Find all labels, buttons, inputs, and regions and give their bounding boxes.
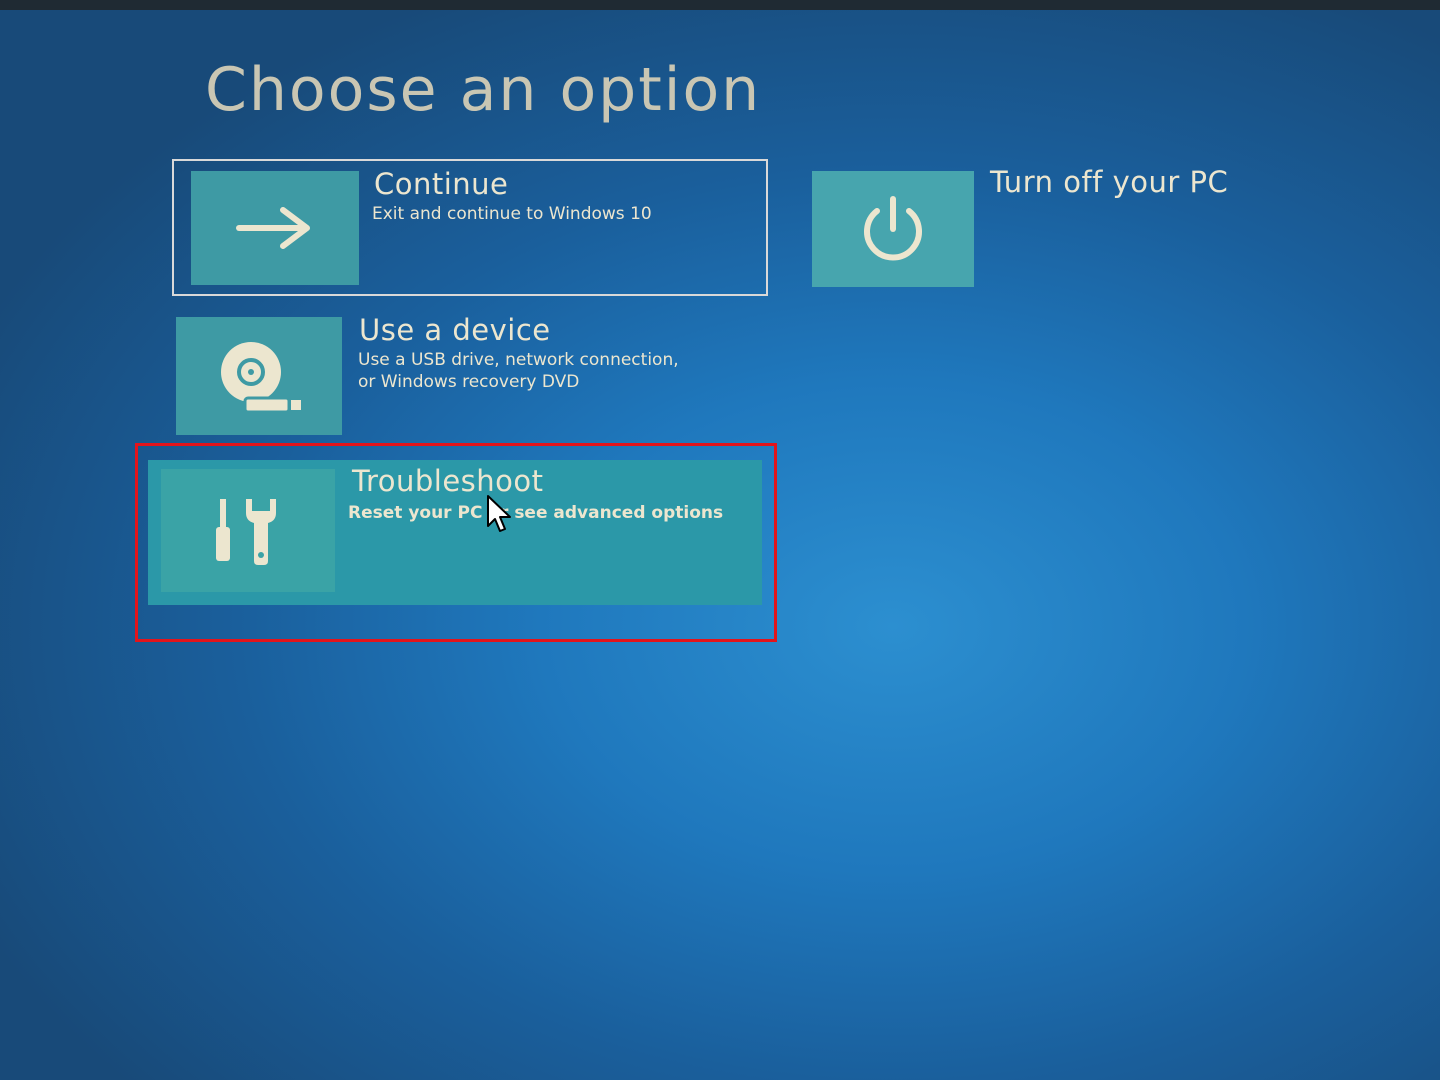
turn-off-title: Turn off your PC	[990, 165, 1229, 199]
continue-description: Exit and continue to Windows 10	[372, 204, 652, 224]
use-device-description: Use a USB drive, network connection, or …	[358, 349, 679, 393]
disc-drive-icon	[176, 317, 342, 435]
use-device-option[interactable]: Use a device Use a USB drive, network co…	[176, 313, 736, 435]
tools-icon	[161, 469, 335, 592]
power-icon	[812, 171, 974, 287]
continue-option[interactable]: Continue Exit and continue to Windows 10	[172, 159, 768, 296]
page-title: Choose an option	[205, 55, 762, 125]
arrow-right-icon	[191, 171, 359, 285]
continue-title: Continue	[374, 167, 509, 201]
use-device-description-line1: Use a USB drive, network connection,	[358, 350, 679, 370]
troubleshoot-option[interactable]: Troubleshoot Reset your PC or see advanc…	[148, 460, 762, 605]
turn-off-option[interactable]: Turn off your PC	[812, 165, 1272, 287]
troubleshoot-title: Troubleshoot	[352, 464, 544, 498]
top-strip	[0, 0, 1440, 10]
use-device-title: Use a device	[359, 313, 551, 347]
use-device-description-line2: or Windows recovery DVD	[358, 372, 580, 392]
troubleshoot-description: Reset your PC or see advanced options	[348, 503, 724, 523]
